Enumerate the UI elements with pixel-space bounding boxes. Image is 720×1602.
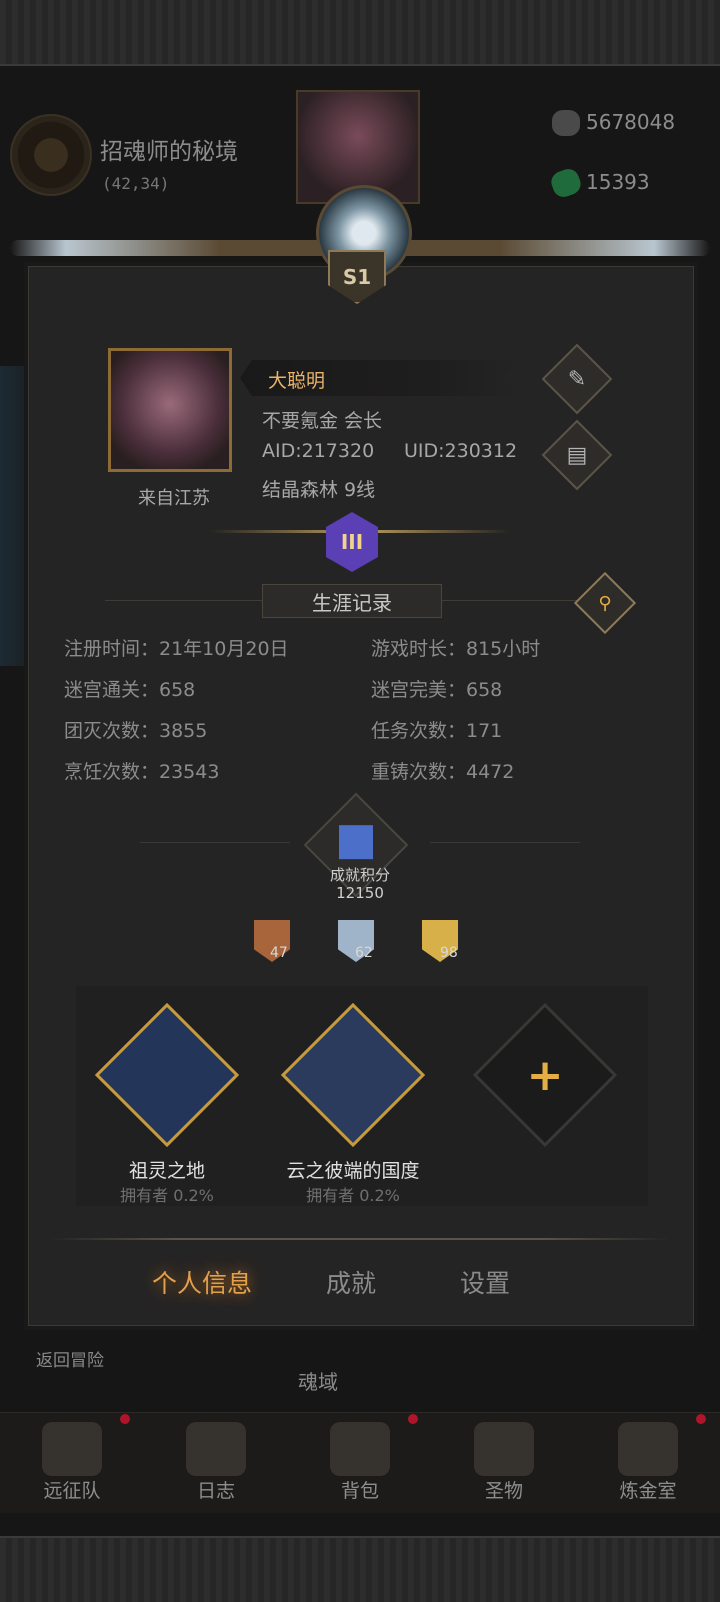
tab-divider: [50, 1238, 670, 1240]
gold-medal-count: 98: [440, 945, 458, 961]
nav-label: 炼金室: [619, 1480, 677, 1502]
tab-settings[interactable]: 设置: [460, 1264, 510, 1300]
nav-expedition[interactable]: 远征队: [0, 1412, 144, 1512]
player-location: 来自江苏: [138, 488, 210, 509]
nav-label: 远征队: [43, 1480, 101, 1502]
achievement-name: 祖灵之地: [128, 1160, 205, 1182]
career-section-title: 生涯记录: [262, 584, 442, 618]
document-icon: ▤: [566, 442, 588, 468]
nav-label: 日志: [196, 1480, 235, 1502]
stat-play-time: 游戏时长：815小时: [371, 638, 541, 660]
player-uid: UID:230312: [404, 440, 518, 462]
stat-maze-clear: 迷宫通关：658: [64, 679, 196, 701]
plus-icon: +: [526, 1049, 564, 1101]
stat-cooking-count: 烹饪次数：23543: [64, 761, 220, 783]
nav-journal[interactable]: 日志: [144, 1412, 288, 1512]
achievement-score: 成就积分 12150: [280, 866, 440, 902]
top-frame: [0, 0, 720, 66]
notification-dot: [696, 1414, 706, 1424]
stat-register-time: 注册时间：21年10月20日: [64, 638, 289, 660]
tab-achievements[interactable]: 成就: [326, 1264, 376, 1300]
nav-label: 背包: [340, 1480, 379, 1502]
scroll-icon: [186, 1422, 246, 1476]
nav-alchemy[interactable]: 炼金室: [576, 1412, 720, 1512]
player-name: 大聪明: [268, 370, 326, 392]
player-server: 结晶森林 9线: [262, 479, 376, 501]
achievement-owners: 拥有者 0.2%: [306, 1186, 400, 1205]
silver-medal-count: 62: [355, 945, 373, 961]
nav-label: 圣物: [484, 1480, 523, 1502]
nav-backpack[interactable]: 背包: [288, 1412, 432, 1512]
nav-relic[interactable]: 圣物: [432, 1412, 576, 1512]
achievement-owners: 拥有者 0.2%: [120, 1186, 214, 1205]
relic-icon: [474, 1422, 534, 1476]
divider-left: [140, 842, 290, 843]
stat-maze-perfect: 迷宫完美：658: [371, 679, 503, 701]
stat-quest-count: 任务次数：171: [371, 720, 503, 742]
alchemy-icon: [618, 1422, 678, 1476]
notification-dot: [408, 1414, 418, 1424]
stat-team-wipe: 团灭次数：3855: [64, 720, 208, 742]
stat-reforge-count: 重铸次数：4472: [371, 761, 515, 783]
bottom-frame: [0, 1536, 720, 1602]
achievement-score-value: 12150: [336, 884, 384, 902]
magnifier-icon: ⚲: [598, 592, 612, 614]
player-aid: AID:217320: [262, 440, 375, 462]
tab-personal-info[interactable]: 个人信息: [152, 1264, 252, 1300]
divider-right: [430, 842, 580, 843]
return-adventure-label[interactable]: 返回冒险: [36, 1346, 104, 1371]
guild-line: 不要氪金 会长: [262, 410, 383, 432]
notification-dot: [120, 1414, 130, 1424]
quill-icon: ✎: [567, 366, 587, 392]
bronze-medal-count: 47: [270, 945, 288, 961]
soul-domain-label[interactable]: 魂域: [298, 1366, 338, 1395]
avatar[interactable]: [108, 348, 232, 472]
helmet-icon: [42, 1422, 102, 1476]
backpack-icon: [330, 1422, 390, 1476]
achievement-score-label: 成就积分: [329, 866, 390, 884]
achievement-name: 云之彼端的国度: [286, 1160, 420, 1182]
